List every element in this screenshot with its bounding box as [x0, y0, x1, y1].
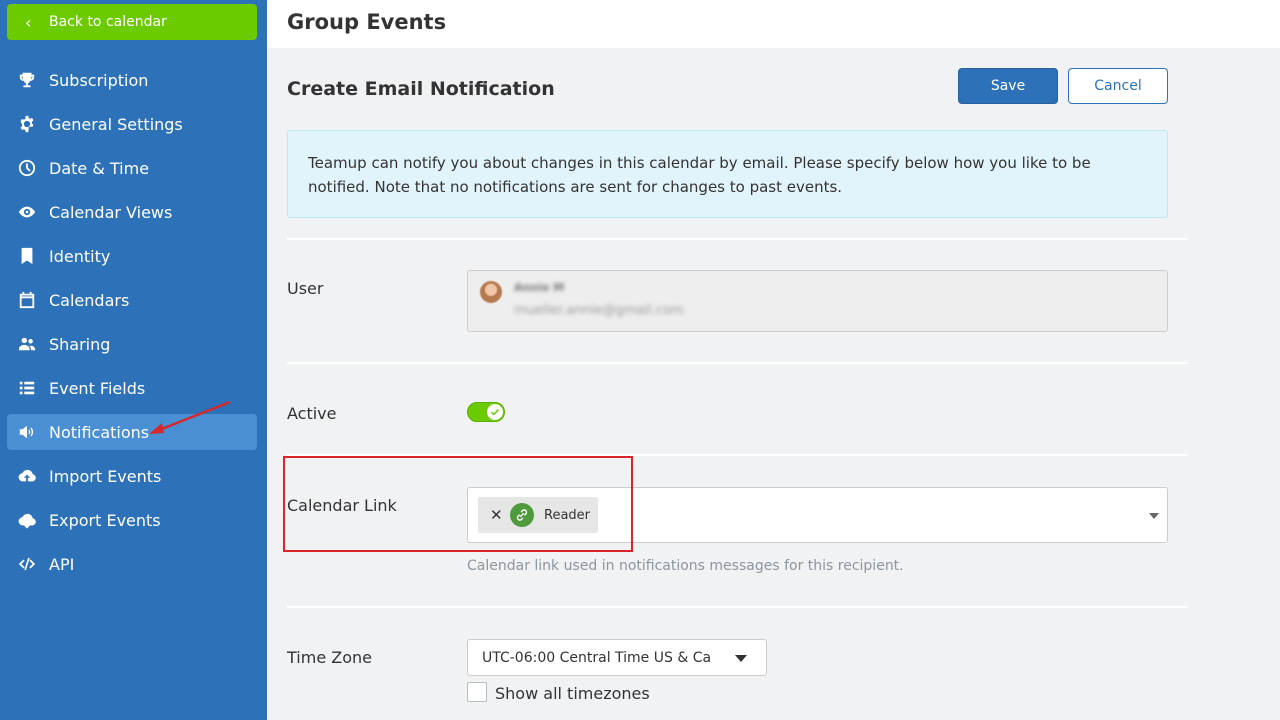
info-message: Teamup can notify you about changes in t…	[287, 130, 1168, 218]
avatar	[480, 281, 502, 303]
sidebar-item-label: API	[49, 554, 75, 574]
sidebar-item-label: Event Fields	[49, 378, 146, 398]
user-field: Annie M mueller.annie@gmail.com	[467, 270, 1168, 332]
sidebar: ‹ Back to calendar Subscription General …	[0, 0, 267, 720]
clock-icon	[17, 158, 37, 178]
sidebar-item-label: Identity	[49, 246, 111, 266]
annotation-arrow-icon	[149, 400, 231, 434]
back-to-calendar-label: Back to calendar	[49, 14, 167, 30]
sidebar-item-label: Import Events	[49, 466, 162, 486]
sidebar-item-label: General Settings	[49, 114, 183, 134]
sidebar-item-label: Calendar Views	[49, 202, 173, 222]
sidebar-item-export-events[interactable]: Export Events	[7, 502, 257, 538]
gear-icon	[17, 114, 37, 134]
annotation-highlight-box	[283, 456, 633, 552]
sidebar-item-label: Sharing	[49, 334, 111, 354]
cancel-button[interactable]: Cancel	[1068, 68, 1168, 104]
show-all-timezones-label[interactable]: Show all timezones	[495, 684, 650, 703]
user-name: Annie M	[514, 281, 565, 294]
sidebar-item-label: Date & Time	[49, 158, 150, 178]
trophy-icon	[17, 70, 37, 90]
cloud-download-icon	[17, 510, 37, 530]
show-all-timezones-checkbox[interactable]	[467, 682, 487, 702]
chevron-down-icon	[735, 655, 747, 662]
active-toggle[interactable]	[467, 402, 505, 422]
user-email: mueller.annie@gmail.com	[514, 303, 684, 318]
save-button[interactable]: Save	[958, 68, 1058, 104]
back-to-calendar-button[interactable]: ‹ Back to calendar	[7, 4, 257, 40]
toggle-knob	[487, 404, 503, 420]
active-label: Active	[287, 404, 337, 423]
megaphone-icon	[17, 422, 37, 442]
users-icon	[17, 334, 37, 354]
sidebar-item-label: Subscription	[49, 70, 149, 90]
sidebar-item-subscription[interactable]: Subscription	[7, 62, 257, 98]
code-icon	[17, 554, 37, 574]
time-zone-select[interactable]: UTC-06:00 Central Time US & Ca	[467, 639, 767, 676]
sidebar-item-calendars[interactable]: Calendars	[7, 282, 257, 318]
cloud-upload-icon	[17, 466, 37, 486]
calendar-link-helper: Calendar link used in notifications mess…	[467, 558, 904, 574]
bookmark-icon	[17, 246, 37, 266]
divider	[287, 362, 1188, 364]
sidebar-item-date-time[interactable]: Date & Time	[7, 150, 257, 186]
time-zone-value: UTC-06:00 Central Time US & Ca	[482, 649, 712, 666]
check-icon	[490, 409, 500, 416]
sidebar-item-identity[interactable]: Identity	[7, 238, 257, 274]
sidebar-item-label: Export Events	[49, 510, 161, 530]
chevron-down-icon[interactable]	[1149, 513, 1159, 519]
page-title: Create Email Notification	[287, 78, 555, 100]
sidebar-item-label: Calendars	[49, 290, 130, 310]
calendar-icon	[17, 290, 37, 310]
settings-nav: Subscription General Settings Date & Tim…	[7, 62, 257, 590]
list-icon	[17, 378, 37, 398]
eye-icon	[17, 202, 37, 222]
sidebar-item-sharing[interactable]: Sharing	[7, 326, 257, 362]
sidebar-item-import-events[interactable]: Import Events	[7, 458, 257, 494]
user-label: User	[287, 279, 324, 298]
sidebar-item-general-settings[interactable]: General Settings	[7, 106, 257, 142]
sidebar-item-api[interactable]: API	[7, 546, 257, 582]
divider	[287, 238, 1188, 240]
top-bar: Group Events	[267, 0, 1280, 48]
sidebar-item-calendar-views[interactable]: Calendar Views	[7, 194, 257, 230]
calendar-title: Group Events	[287, 10, 447, 34]
sidebar-item-label: Notifications	[49, 422, 150, 442]
chevron-left-icon: ‹	[25, 12, 32, 32]
divider	[287, 606, 1188, 608]
time-zone-label: Time Zone	[287, 648, 372, 667]
